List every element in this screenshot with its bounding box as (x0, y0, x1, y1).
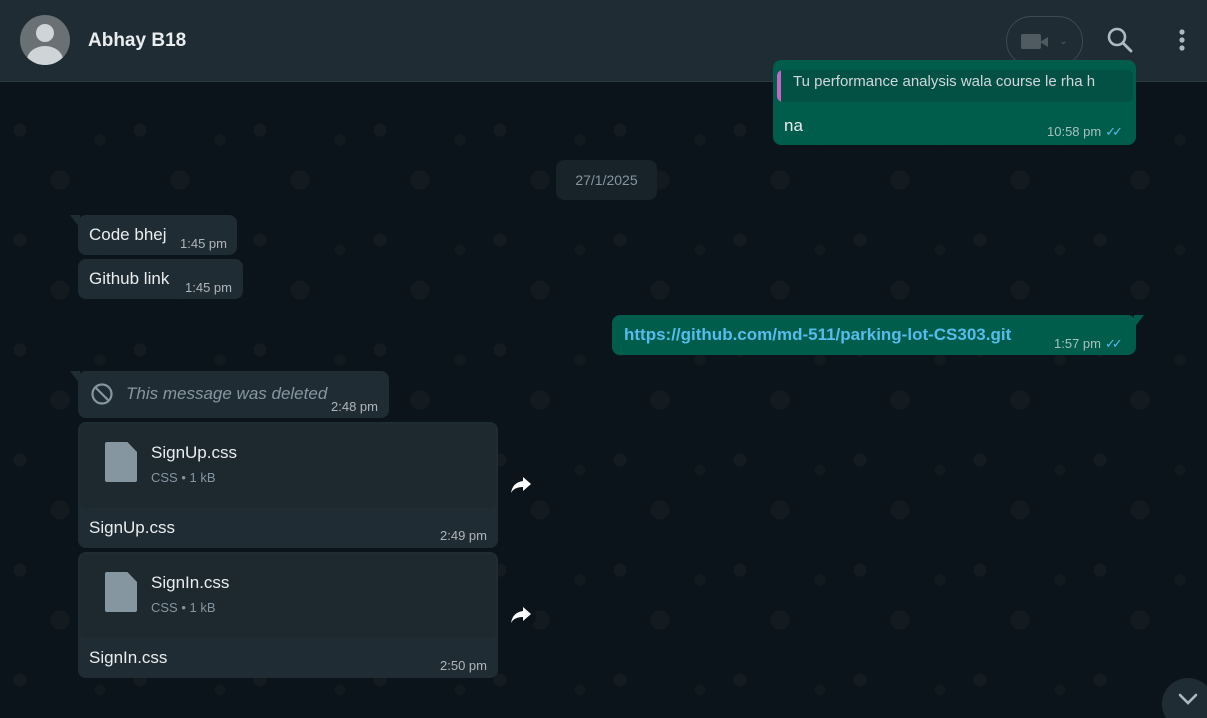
message-time: 1:45 pm (185, 280, 232, 295)
blocked-icon (91, 383, 113, 405)
message-time: 10:58 pm ✓✓ (1047, 124, 1123, 139)
file-caption: SignUp.css (89, 518, 175, 537)
read-ticks-icon: ✓✓ (1105, 124, 1123, 139)
video-call-button[interactable]: ⌄ (1006, 16, 1083, 66)
file-name: SignIn.css (151, 573, 230, 592)
search-icon (1107, 27, 1133, 53)
file-message[interactable]: SignUp.css CSS • 1 kB SignUp.css 2:49 pm (78, 422, 498, 548)
forward-button[interactable] (506, 600, 536, 630)
file-caption: SignIn.css (89, 648, 168, 667)
file-meta: CSS • 1 kB (151, 470, 216, 485)
date-separator: 27/1/2025 (556, 160, 657, 200)
chevron-down-icon (1178, 693, 1198, 705)
message-text: Code bhej (89, 225, 167, 244)
forward-button[interactable] (506, 470, 536, 500)
deleted-message[interactable]: This message was deleted 2:48 pm (78, 371, 389, 418)
message-time: 2:50 pm (440, 658, 487, 673)
deleted-message-text: This message was deleted (126, 384, 328, 403)
chevron-down-icon: ⌄ (1059, 35, 1068, 47)
menu-button[interactable] (1172, 26, 1192, 56)
outgoing-message[interactable]: https://github.com/md-511/parking-lot-CS… (612, 315, 1136, 355)
message-link[interactable]: https://github.com/md-511/parking-lot-CS… (624, 325, 1011, 345)
message-time: 2:49 pm (440, 528, 487, 543)
document-icon (105, 572, 137, 612)
message-text: Github link (89, 269, 170, 288)
quote-bar (777, 70, 781, 102)
avatar-head-shape (36, 24, 54, 42)
bubble-tail-icon (70, 371, 80, 384)
bubble-tail-icon (70, 215, 80, 228)
incoming-message[interactable]: Code bhej 1:45 pm (78, 215, 237, 255)
file-attachment[interactable]: SignIn.css CSS • 1 kB (80, 554, 496, 638)
search-button[interactable] (1106, 26, 1134, 54)
kebab-menu-icon (1179, 29, 1185, 51)
read-ticks-icon: ✓✓ (1104, 336, 1123, 351)
forward-arrow-icon (511, 477, 531, 493)
file-attachment[interactable]: SignUp.css CSS • 1 kB (80, 424, 496, 508)
bubble-tail-icon (1134, 315, 1144, 328)
contact-name[interactable]: Abhay B18 (88, 30, 186, 52)
message-time: 2:48 pm (331, 399, 378, 414)
video-camera-icon (1021, 31, 1051, 51)
quoted-message[interactable]: Tu performance analysis wala course le r… (777, 70, 1133, 102)
contact-avatar[interactable] (20, 15, 70, 65)
forward-arrow-icon (511, 607, 531, 623)
message-time: 1:45 pm (180, 236, 227, 251)
message-text: na (784, 116, 803, 135)
incoming-message[interactable]: Github link 1:45 pm (78, 259, 243, 299)
file-message[interactable]: SignIn.css CSS • 1 kB SignIn.css 2:50 pm (78, 552, 498, 678)
document-icon (105, 442, 137, 482)
quoted-text: Tu performance analysis wala course le r… (793, 73, 1096, 90)
file-meta: CSS • 1 kB (151, 600, 216, 615)
message-time: 1:57 pm ✓✓ (1054, 336, 1123, 351)
avatar-body-shape (27, 46, 63, 65)
file-name: SignUp.css (151, 443, 237, 462)
